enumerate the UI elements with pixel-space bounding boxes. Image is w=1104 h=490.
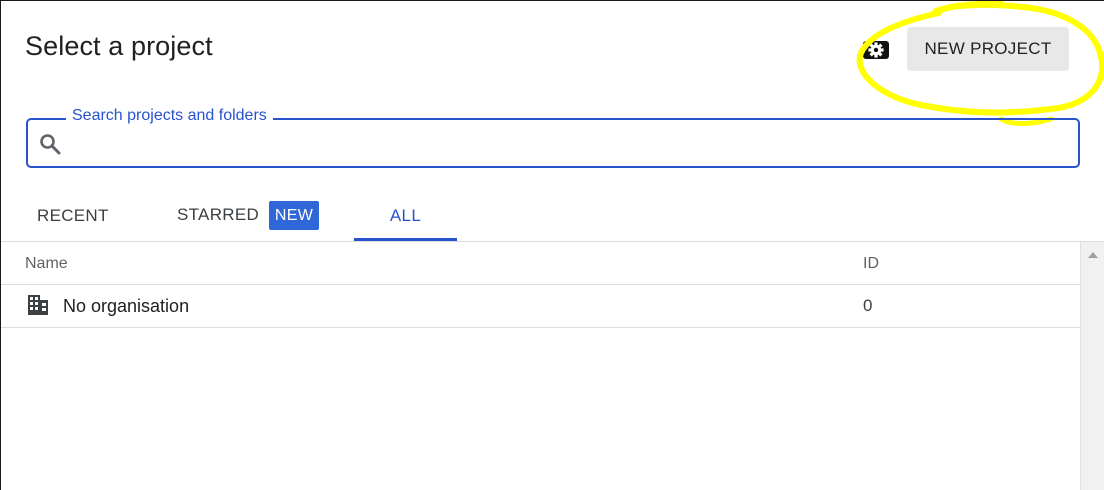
search-label: Search projects and folders: [66, 107, 273, 125]
gear-icon: [863, 41, 889, 59]
settings-button[interactable]: [861, 37, 891, 63]
new-badge: NEW: [269, 201, 319, 230]
row-name: No organisation: [63, 296, 190, 316]
projects-table: Name ID No organisation 0: [1, 242, 1080, 490]
row-divider: [1, 327, 1080, 328]
column-header-id: ID: [863, 255, 879, 272]
select-project-dialog: Select a project NEW PROJECT Search proj…: [0, 0, 1104, 490]
search-input[interactable]: [72, 128, 1066, 160]
row-id: 0: [863, 296, 873, 315]
search-icon: [40, 134, 61, 155]
scrollbar[interactable]: [1080, 242, 1104, 490]
scroll-up-arrow-icon[interactable]: [1088, 252, 1098, 258]
new-project-button[interactable]: NEW PROJECT: [907, 27, 1069, 71]
table-row[interactable]: No organisation 0: [1, 285, 1080, 327]
column-header-name: Name: [25, 255, 68, 272]
building-icon: [28, 295, 48, 315]
search-field[interactable]: Search projects and folders: [26, 107, 1080, 168]
dialog-title: Select a project: [25, 31, 213, 61]
